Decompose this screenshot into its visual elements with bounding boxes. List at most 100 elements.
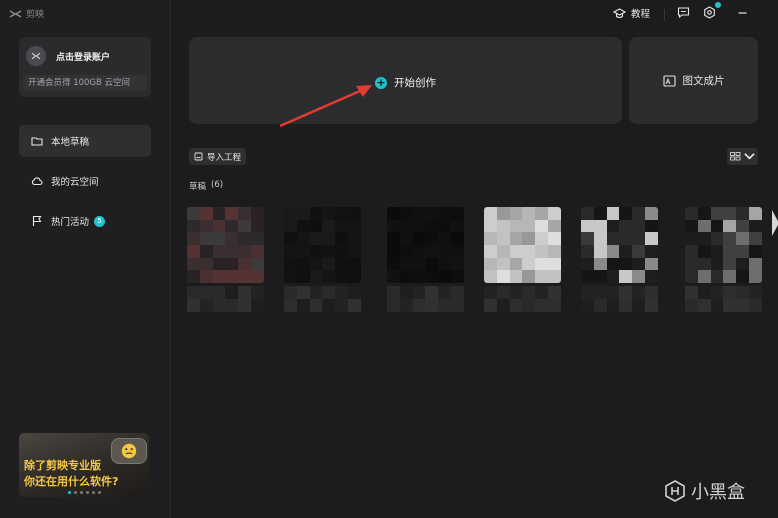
scroll-right-arrow-icon[interactable] <box>772 210 778 236</box>
thumbnail-pixel <box>645 270 658 283</box>
thumbnail-pixel <box>438 207 452 220</box>
thumbnail-pixel <box>251 207 264 220</box>
thumbnail-pixel <box>723 232 737 245</box>
thumbnail-pixel <box>723 207 737 220</box>
thumbnail-pixel <box>238 219 252 233</box>
draft-item[interactable] <box>387 207 464 312</box>
banner-dot[interactable] <box>91 491 95 494</box>
draft-item[interactable] <box>581 207 658 312</box>
thumbnail-pixel <box>484 219 497 233</box>
chevron-down-icon <box>744 153 755 160</box>
thumbnail-pixel <box>496 245 510 258</box>
meta-pixel <box>619 286 633 299</box>
draft-item[interactable] <box>484 207 561 312</box>
meta-pixel <box>509 286 523 299</box>
banner-dot[interactable] <box>67 491 71 494</box>
thumbnail-pixel <box>522 232 536 245</box>
draft-meta-redacted <box>187 286 264 312</box>
thumbnail-pixel <box>425 219 439 233</box>
thumbnail-pixel <box>697 232 711 245</box>
thumbnail-pixel <box>593 270 607 283</box>
thumbnail-pixel <box>322 245 336 258</box>
thumbnail-pixel <box>645 232 658 245</box>
thumbnail-pixel <box>238 232 252 245</box>
import-project-button[interactable]: 导入工程 <box>189 148 247 165</box>
meta-pixel <box>187 299 200 312</box>
thumbnail-pixel <box>496 270 510 283</box>
thumbnail-pixel <box>619 257 633 271</box>
thumbnail-pixel <box>387 232 400 245</box>
banner-pagination[interactable] <box>19 491 149 494</box>
draft-thumbnail[interactable] <box>387 207 464 283</box>
thumbnail-pixel <box>548 219 561 233</box>
thumbnail-pixel <box>606 232 620 245</box>
avatar[interactable] <box>26 46 46 66</box>
sidebar-item-cloud[interactable]: 我的云空间 <box>19 165 151 197</box>
start-creation-content[interactable]: + 开始创作 <box>375 75 436 90</box>
thumbnail-pixel <box>749 207 762 220</box>
tutorial-button[interactable]: 教程 <box>613 6 650 20</box>
draft-item[interactable] <box>685 207 762 312</box>
topbar-divider <box>664 9 665 21</box>
sidebar-item-events[interactable]: 热门活动 5 <box>19 205 151 237</box>
import-project-label: 导入工程 <box>207 152 242 163</box>
heybox-logo-icon <box>665 480 685 502</box>
minimize-button[interactable] <box>736 6 749 19</box>
sidebar-item-local-drafts[interactable]: 本地草稿 <box>19 125 151 157</box>
sidebar-item-label: 本地草稿 <box>51 137 90 148</box>
meta-pixel <box>399 299 413 312</box>
thumbnail-pixel <box>697 257 711 271</box>
banner-dot[interactable] <box>73 491 77 494</box>
start-creation-label: 开始创作 <box>394 77 436 89</box>
meta-pixel <box>348 286 361 299</box>
start-creation-card[interactable]: + 开始创作 <box>189 37 622 124</box>
thumbnail-pixel <box>322 257 336 271</box>
watermark-text: 小黑盒 <box>691 482 745 503</box>
thumbnail-pixel <box>348 219 361 233</box>
login-card[interactable]: 点击登录账户 开通会员得 100GB 云空间 <box>19 37 151 97</box>
thumbnail-pixel <box>335 219 349 233</box>
banner-dot[interactable] <box>85 491 89 494</box>
thumbnail-pixel <box>335 270 349 283</box>
thumbnail-pixel <box>484 270 497 283</box>
draft-thumbnail[interactable] <box>581 207 658 283</box>
thumbnail-pixel <box>199 232 213 245</box>
thumbnail-pixel <box>685 219 698 233</box>
draft-thumbnail[interactable] <box>484 207 561 283</box>
meta-pixel <box>451 299 464 312</box>
meta-pixel <box>593 299 607 312</box>
thumbnail-pixel <box>535 245 549 258</box>
draft-thumbnail[interactable] <box>187 207 264 283</box>
thumbnail-pixel <box>296 219 310 233</box>
thumbnail-pixel <box>710 270 724 283</box>
text-to-video-label: 图文成片 <box>682 75 725 87</box>
meta-pixel <box>438 286 452 299</box>
login-title[interactable]: 点击登录账户 <box>56 50 110 63</box>
draft-thumbnail[interactable] <box>685 207 762 283</box>
thumbnail-pixel <box>593 207 607 220</box>
thumbnail-pixel <box>212 219 226 233</box>
feedback-button[interactable] <box>677 6 690 19</box>
thumbnail-pixel <box>685 232 698 245</box>
promo-banner[interactable]: 除了剪映专业版 你还在用什么软件? <box>19 433 149 497</box>
draft-item[interactable] <box>284 207 361 312</box>
vip-promo[interactable]: 开通会员得 100GB 云空间 <box>23 75 147 91</box>
settings-notification-dot <box>715 2 721 8</box>
banner-dot[interactable] <box>97 491 101 494</box>
thumbnail-pixel <box>425 245 439 258</box>
draft-item[interactable] <box>187 207 264 312</box>
meta-pixel <box>335 286 349 299</box>
thumbnail-pixel <box>225 219 239 233</box>
thumbnail-pixel <box>387 219 400 233</box>
text-to-video-card[interactable]: 图文成片 <box>629 37 758 124</box>
thumbnail-pixel <box>251 232 264 245</box>
thumbnail-pixel <box>535 219 549 233</box>
thumbnail-pixel <box>412 207 426 220</box>
settings-button[interactable] <box>703 6 716 19</box>
thumbnail-pixel <box>710 257 724 271</box>
draft-thumbnail[interactable] <box>284 207 361 283</box>
sidebar: 剪映 点击登录账户 开通会员得 100GB 云空间 本地草稿 我的云空间 热门活… <box>0 0 171 518</box>
meta-pixel <box>251 286 264 299</box>
view-toggle-button[interactable] <box>727 148 758 165</box>
banner-dot[interactable] <box>79 491 83 494</box>
